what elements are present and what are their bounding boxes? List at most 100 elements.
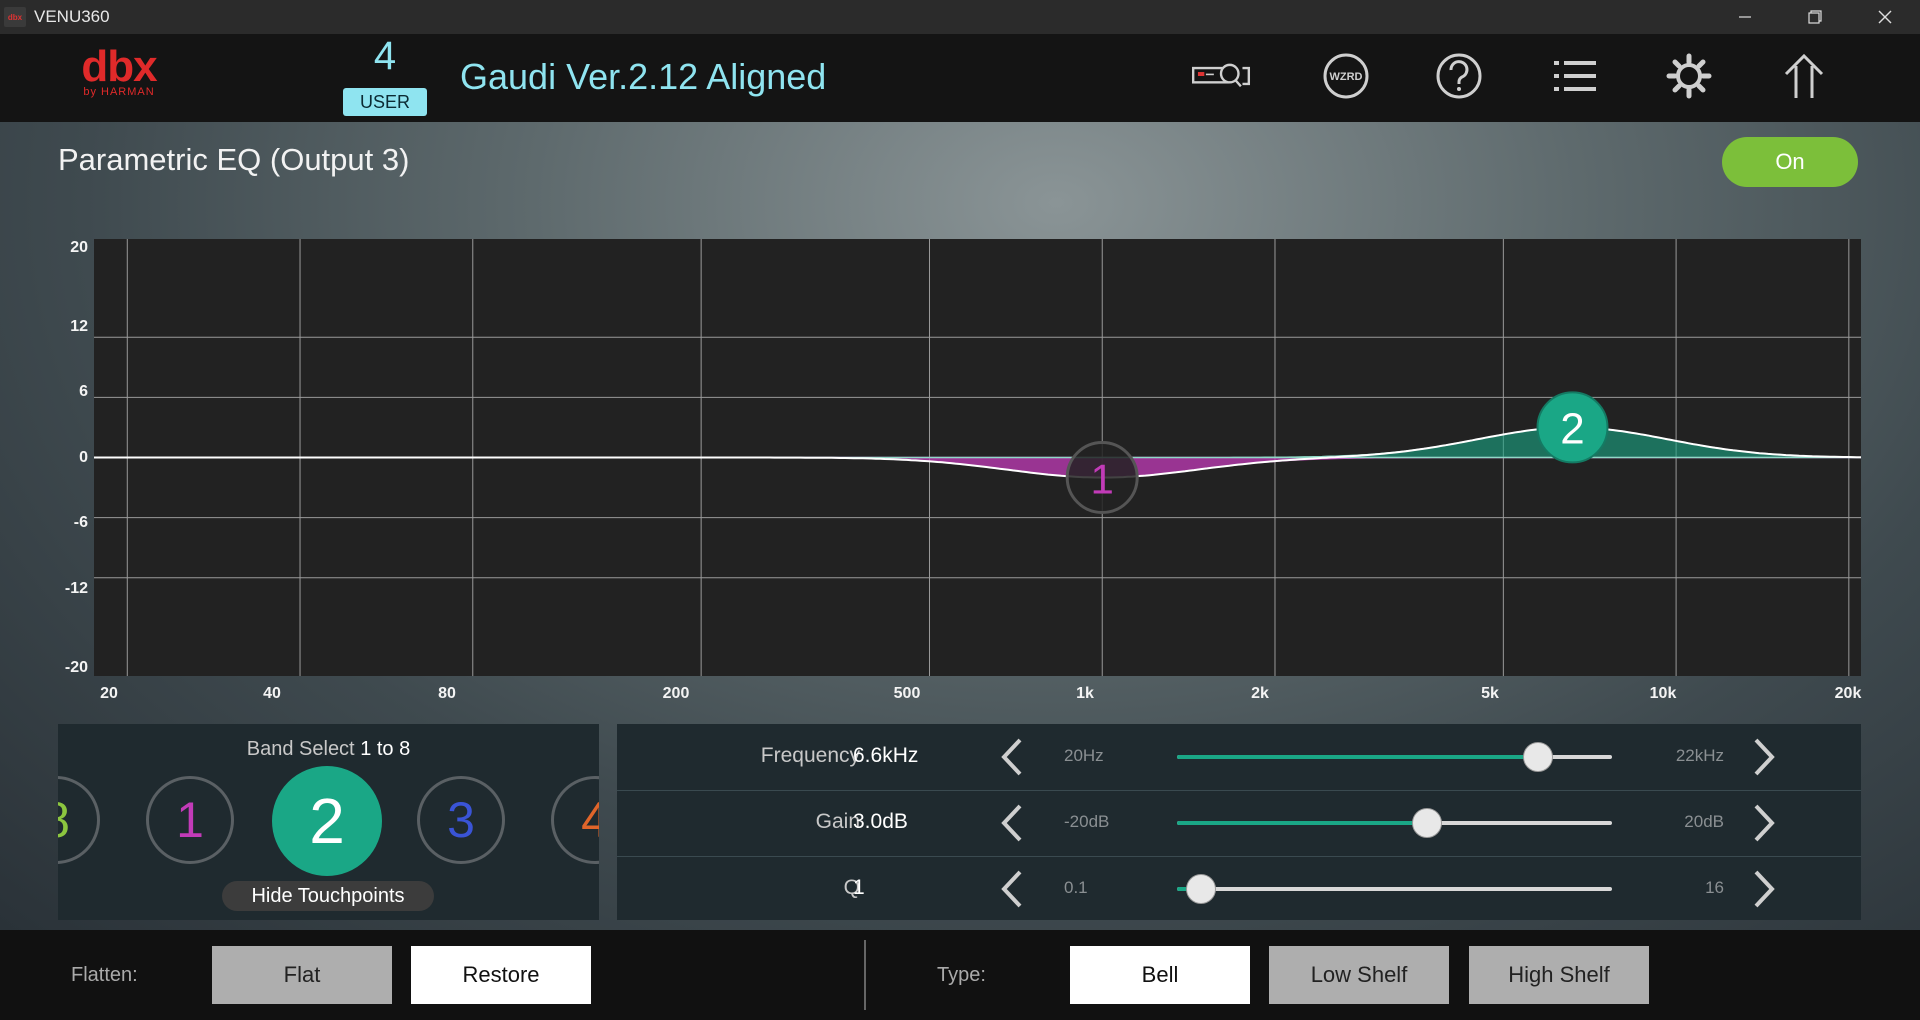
window-controls	[1710, 0, 1920, 34]
q-increase-button[interactable]	[1749, 868, 1779, 910]
y-tick-label: 0	[79, 449, 88, 466]
eq-graph-svg[interactable]: 1 2	[94, 239, 1861, 676]
x-tick-label: 1k	[1076, 685, 1094, 702]
dbx-app-icon: dbx	[4, 7, 26, 27]
y-tick-label: -6	[73, 514, 88, 531]
list-icon	[1554, 61, 1596, 91]
home-button[interactable]	[1773, 48, 1835, 104]
frequency-slider-thumb[interactable]	[1523, 742, 1554, 772]
device-search-icon	[1191, 63, 1251, 88]
window-title: VENU360	[34, 7, 110, 26]
wizard-button[interactable]: WZRD	[1315, 48, 1377, 104]
gain-slider-thumb[interactable]	[1412, 808, 1443, 838]
frequency-slider[interactable]	[1177, 742, 1612, 772]
preset-type-badge: USER	[343, 88, 427, 116]
eq-power-toggle[interactable]: On	[1722, 137, 1858, 187]
gain-increase-button[interactable]	[1749, 802, 1779, 844]
gain-max: 20dB	[1684, 812, 1724, 831]
hide-touchpoints-button[interactable]: Hide Touchpoints	[222, 881, 434, 911]
band-button-3[interactable]: 3	[417, 776, 505, 864]
chevron-left-icon	[1001, 870, 1022, 908]
band-button-2[interactable]: 2	[272, 766, 382, 876]
device-search-button[interactable]	[1190, 48, 1252, 104]
y-tick-label: -12	[64, 580, 88, 597]
q-slider-thumb[interactable]	[1185, 874, 1216, 904]
gain-min: -20dB	[1064, 812, 1110, 831]
q-decrease-button[interactable]	[997, 868, 1027, 910]
q-value: 1	[853, 876, 865, 899]
frequency-value: 6.6kHz	[853, 744, 919, 767]
wizard-icon: WZRD	[1323, 53, 1369, 99]
frequency-max: 22kHz	[1675, 746, 1724, 765]
frequency-min: 20Hz	[1064, 746, 1104, 765]
type-bell-button[interactable]: Bell	[1070, 946, 1250, 1004]
y-tick-label: -20	[64, 659, 88, 676]
band-select-title: Band Select 1 to 8	[58, 738, 599, 761]
close-button[interactable]	[1850, 0, 1920, 34]
settings-button[interactable]	[1658, 48, 1720, 104]
frequency-slider-fill	[1177, 755, 1539, 759]
x-tick-label: 2k	[1251, 685, 1269, 702]
bottom-toolbar: Flatten: Flat Restore Type: Bell Low She…	[0, 930, 1920, 1020]
flatten-label: Flatten:	[71, 964, 138, 986]
gain-slider-fill	[1177, 821, 1428, 825]
type-high-shelf-button[interactable]: High Shelf	[1469, 946, 1649, 1004]
help-icon	[1436, 53, 1482, 99]
band-button-4[interactable]: 4	[551, 776, 599, 864]
band-1-handle-label: 1	[1091, 456, 1114, 503]
chevron-left-icon	[1001, 804, 1022, 842]
minimize-button[interactable]	[1710, 0, 1780, 34]
main-panel: Parametric EQ (Output 3) On 20 12 6 0 -6…	[0, 122, 1920, 930]
q-row: Q 1 0.1 16	[617, 856, 1861, 922]
frequency-decrease-button[interactable]	[997, 736, 1027, 778]
preset-name: Gaudi Ver.2.12 Aligned	[460, 56, 827, 97]
band-button-8[interactable]: 8	[58, 776, 100, 864]
frequency-label: Frequency	[760, 744, 860, 767]
restore-button[interactable]	[1780, 0, 1850, 34]
home-icon	[1784, 53, 1824, 98]
chevron-right-icon	[1754, 738, 1775, 776]
band-1-handle[interactable]: 1	[1065, 441, 1139, 514]
q-slider[interactable]	[1177, 874, 1612, 904]
type-label: Type:	[937, 964, 986, 986]
gain-value: 3.0dB	[853, 810, 908, 833]
type-low-shelf-button[interactable]: Low Shelf	[1269, 946, 1449, 1004]
x-tick-label: 500	[893, 685, 921, 702]
frequency-row: Frequency 6.6kHz 20Hz 22kHz	[617, 724, 1861, 791]
minimize-icon	[1739, 16, 1751, 18]
frequency-increase-button[interactable]	[1749, 736, 1779, 778]
x-tick-label: 10k	[1649, 685, 1677, 702]
list-button[interactable]	[1544, 48, 1606, 104]
logo-subtext: by HARMAN	[83, 86, 155, 98]
x-tick-label: 80	[438, 685, 456, 702]
help-button[interactable]	[1428, 48, 1490, 104]
restore-button[interactable]: Restore	[411, 946, 591, 1004]
y-tick-label: 20	[70, 239, 88, 256]
band-2-handle[interactable]: 2	[1536, 391, 1609, 464]
settings-gear-icon	[1666, 53, 1712, 99]
band-1-response-fill	[94, 456, 1861, 479]
band-params-panel: Frequency 6.6kHz 20Hz 22kHz Gain 3.0dB -…	[617, 724, 1861, 920]
toolbar-divider	[864, 940, 866, 1010]
q-max: 16	[1705, 878, 1724, 897]
band-select-range: 1 to 8	[360, 738, 411, 760]
flat-button[interactable]: Flat	[212, 946, 392, 1004]
gain-row: Gain 3.0dB -20dB 20dB	[617, 790, 1861, 857]
eq-graph[interactable]: 1 2	[94, 239, 1861, 676]
chevron-left-icon	[1001, 738, 1022, 776]
x-tick-label: 5k	[1481, 685, 1499, 702]
band-2-handle-label: 2	[1560, 404, 1584, 453]
gain-decrease-button[interactable]	[997, 802, 1027, 844]
band-select-label: Band Select	[246, 738, 361, 760]
y-tick-label: 12	[70, 318, 88, 335]
x-tick-label: 40	[263, 685, 281, 702]
x-tick-label: 20k	[1834, 685, 1862, 702]
wizard-icon-text: WZRD	[1330, 71, 1363, 83]
gain-slider[interactable]	[1177, 808, 1612, 838]
close-icon	[1878, 10, 1892, 24]
chevron-right-icon	[1754, 804, 1775, 842]
band-button-1[interactable]: 1	[146, 776, 234, 864]
x-tick-label: 20	[100, 685, 118, 702]
y-tick-label: 6	[79, 383, 88, 400]
app-header: dbx by HARMAN 4 USER Gaudi Ver.2.12 Alig…	[0, 34, 1920, 122]
